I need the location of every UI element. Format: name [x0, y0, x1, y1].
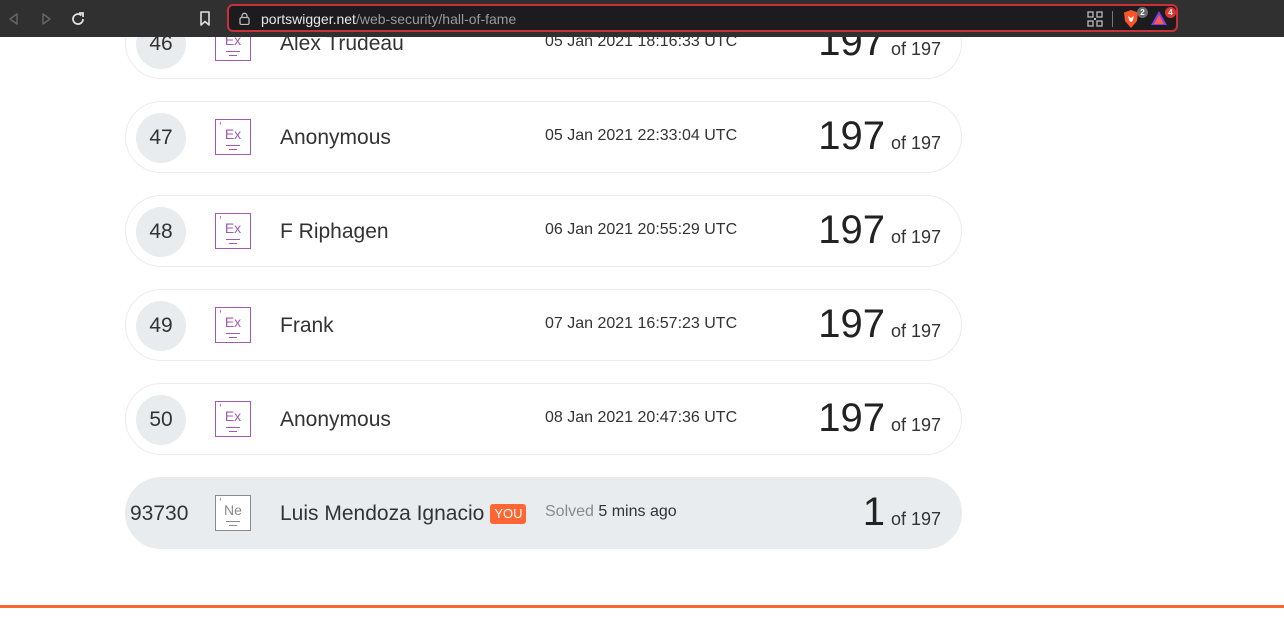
- shields-count-badge: 2: [1137, 7, 1148, 18]
- user-name: Luis Mendoza Ignacio YOU: [280, 502, 527, 526]
- score-value: 197: [818, 208, 885, 252]
- user-name: F Riphagen: [280, 220, 389, 243]
- expert-level-icon: 'Ex: [215, 213, 251, 249]
- score: 1 of 197: [863, 490, 941, 535]
- leaderboard-row: 50 ' Ex Anonymous 08 Jan 2021 20:47:36 UT…: [125, 383, 962, 455]
- brave-rewards-icon[interactable]: 4: [1150, 7, 1176, 29]
- rank-badge: 48: [136, 207, 186, 257]
- expert-level-icon: 'Ex: [215, 119, 251, 155]
- rank-number: 93730: [130, 502, 189, 525]
- score-value: 197: [818, 114, 885, 158]
- score-total: of 197: [890, 39, 941, 59]
- score-value: 197: [818, 396, 885, 440]
- solved-ago: 5 mins ago: [598, 503, 677, 520]
- user-name: Anonymous: [280, 408, 391, 431]
- you-badge: YOU: [490, 504, 527, 524]
- address-bar-actions: 2 4: [1087, 7, 1176, 29]
- expert-level-icon: 'Ex: [215, 401, 251, 437]
- score: 197 of 197: [818, 114, 941, 159]
- score: 197 of 197: [818, 302, 941, 347]
- score-total: of 197: [890, 321, 941, 341]
- solved-label: Solved: [545, 503, 594, 520]
- footer-divider: [0, 605, 1284, 608]
- brave-shields-icon[interactable]: 2: [1122, 7, 1148, 29]
- expert-level-icon: 'Ex: [215, 307, 251, 343]
- score-value: 1: [862, 490, 885, 534]
- back-icon[interactable]: [4, 9, 24, 29]
- lock-icon: [239, 12, 250, 30]
- completion-date: 05 Jan 2021 22:33:04 UTC: [545, 127, 738, 144]
- score-total: of 197: [890, 509, 941, 529]
- score: 197 of 197: [818, 208, 941, 253]
- rewards-count-badge: 4: [1165, 7, 1176, 18]
- user-name: Anonymous: [280, 126, 391, 149]
- current-user-row: 93730 ' Ne Luis Mendoza Ignacio YOU Solve…: [125, 477, 962, 549]
- bookmark-icon[interactable]: [195, 9, 215, 29]
- address-bar[interactable]: portswigger.net/web-security/hall-of-fam…: [227, 4, 1178, 32]
- forward-icon[interactable]: [36, 9, 56, 29]
- solved-time: Solved 5 mins ago: [545, 503, 677, 521]
- rank-badge: 47: [136, 113, 186, 163]
- rank-badge: 49: [136, 301, 186, 351]
- score-value: 197: [818, 302, 885, 346]
- score-total: of 197: [890, 133, 941, 153]
- rank-badge: 50: [136, 395, 186, 445]
- score: 197 of 197: [818, 396, 941, 441]
- novice-level-icon: ' Ne: [215, 495, 251, 531]
- completion-date: 07 Jan 2021 16:57:23 UTC: [545, 315, 738, 332]
- completion-date: 06 Jan 2021 20:55:29 UTC: [545, 221, 738, 238]
- reload-icon[interactable]: [68, 9, 88, 29]
- url-text[interactable]: portswigger.net/web-security/hall-of-fam…: [261, 11, 516, 27]
- leaderboard-row: 47 ' Ex Anonymous 05 Jan 2021 22:33:04 UT…: [125, 101, 962, 173]
- user-name-text: Luis Mendoza Ignacio: [280, 502, 485, 525]
- qr-code-icon[interactable]: [1087, 11, 1103, 27]
- score-total: of 197: [890, 227, 941, 247]
- divider: [1112, 11, 1113, 27]
- user-name: Frank: [280, 314, 334, 337]
- leaderboard-row: 48 ' Ex F Riphagen 06 Jan 2021 20:55:29 U…: [125, 195, 962, 267]
- leaderboard-row: 49 ' Ex Frank 07 Jan 2021 16:57:23 UTC 19…: [125, 289, 962, 361]
- browser-toolbar: portswigger.net/web-security/hall-of-fam…: [0, 0, 1284, 37]
- completion-date: 08 Jan 2021 20:47:36 UTC: [545, 409, 738, 426]
- score-total: of 197: [890, 415, 941, 435]
